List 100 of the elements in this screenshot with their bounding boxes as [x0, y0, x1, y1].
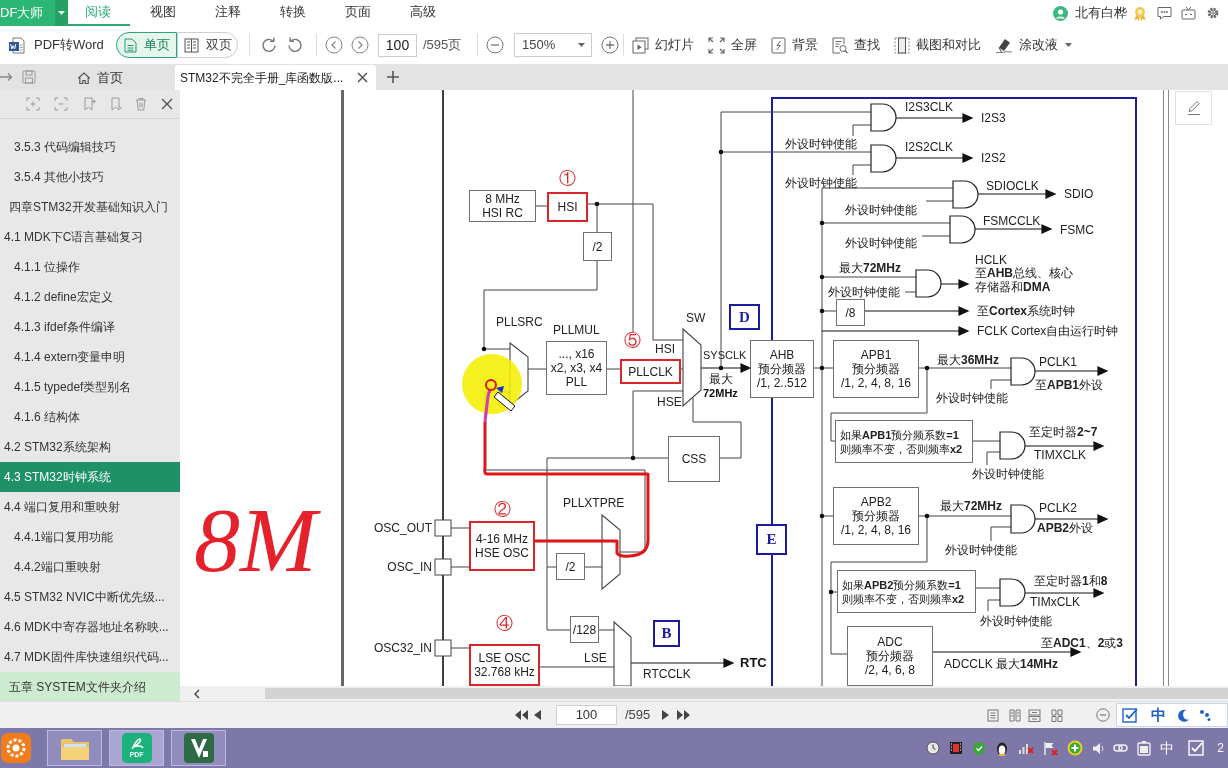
- background-icon: [771, 36, 786, 54]
- diagram-label: LSE: [584, 651, 607, 665]
- zoom-in-icon[interactable]: [601, 36, 619, 54]
- zoom-out-icon[interactable]: [1096, 708, 1110, 722]
- arrow: [940, 279, 970, 289]
- outline-item[interactable]: 4.1.3 ifdef条件编译: [0, 312, 180, 342]
- zoom-out-icon[interactable]: [486, 36, 504, 54]
- battery-icon[interactable]: [1137, 740, 1152, 756]
- taskbar-button[interactable]: [171, 730, 226, 766]
- compare-icon: [894, 36, 910, 54]
- two-page-view-icon[interactable]: [1009, 708, 1021, 722]
- single-page-view-icon[interactable]: [987, 708, 999, 722]
- background-button[interactable]: 背景: [771, 35, 818, 55]
- outline-item[interactable]: 4.1.5 typedef类型别名: [0, 372, 180, 402]
- junction-dot: [819, 513, 825, 519]
- input-mode-indicator[interactable]: 中: [1160, 737, 1175, 759]
- outline-item[interactable]: 3.5.3 代码编辑技巧: [0, 132, 180, 162]
- checkbox-icon[interactable]: [1122, 707, 1138, 723]
- grid-view-icon[interactable]: [1051, 708, 1063, 722]
- next-page-icon[interactable]: [662, 710, 669, 720]
- diagram-label: SYSCLK: [703, 348, 747, 362]
- outline-item[interactable]: 4.1.1 位操作: [0, 252, 180, 282]
- outline-item[interactable]: 4.1.6 结构体: [0, 402, 180, 432]
- and-gate: [1010, 357, 1036, 386]
- wire: [975, 587, 1001, 589]
- speaker-icon[interactable]: [1092, 741, 1105, 755]
- fullscreen-button[interactable]: 全屏: [708, 35, 757, 55]
- outline-item[interactable]: 4.5 STM32 NVIC中断优先级...: [0, 582, 180, 612]
- last-page-icon[interactable]: [677, 710, 690, 720]
- junction-dot: [924, 513, 930, 519]
- outline-item[interactable]: 4.4 端口复用和重映射: [0, 492, 180, 522]
- network-error-icon[interactable]: [1018, 741, 1035, 755]
- user-avatar-icon[interactable]: [1053, 5, 1068, 21]
- close-icon[interactable]: [161, 98, 173, 110]
- clock-icon[interactable]: [926, 741, 941, 755]
- outline-item[interactable]: 3.5.4 其他小技巧: [0, 162, 180, 192]
- bookmark-icon[interactable]: [110, 97, 123, 111]
- whiteout-button[interactable]: 涂改液: [995, 35, 1072, 55]
- first-page-icon[interactable]: [515, 710, 528, 720]
- clock-text[interactable]: 2: [1217, 739, 1224, 757]
- menu-tab[interactable]: 转换: [260, 0, 325, 26]
- menu-tab[interactable]: 视图: [130, 0, 195, 26]
- page-layout-button[interactable]: 双页: [177, 32, 238, 58]
- continuous-view-icon[interactable]: [1028, 708, 1041, 722]
- scrollbar-thumb[interactable]: [265, 688, 1228, 699]
- close-icon[interactable]: [357, 72, 368, 83]
- shield-icon[interactable]: [972, 740, 987, 756]
- outline-item[interactable]: 4.1.4 extern变量申明: [0, 342, 180, 372]
- diagram-label: PLLMUL: [553, 323, 600, 337]
- scroll-left-icon[interactable]: [194, 688, 200, 699]
- user-name[interactable]: 北有白桦: [1075, 3, 1127, 23]
- bookmark-add-icon[interactable]: [83, 97, 96, 111]
- outline-item[interactable]: 五章 SYSTEM文件夹介绍: [0, 672, 180, 701]
- zoom-dropdown[interactable]: 150%: [514, 33, 592, 57]
- pdf-to-word-button[interactable]: PDF转Word: [8, 35, 102, 55]
- document-tab[interactable]: STM32不完全手册_库函数版...: [175, 65, 376, 90]
- new-tab-icon[interactable]: [386, 70, 400, 84]
- outline-item[interactable]: 4.1.2 define宏定义: [0, 282, 180, 312]
- diagram-block: ..., x16 x2, x3, x4 PLL: [546, 341, 607, 395]
- diagram-label: TIMXCLK: [1034, 448, 1086, 462]
- penguin-icon[interactable]: [995, 740, 1010, 756]
- link-icon[interactable]: [1113, 742, 1129, 754]
- outline-item[interactable]: 4.2 STM32系统架构: [0, 432, 180, 462]
- outline-item[interactable]: 4.4.2端口重映射: [0, 552, 180, 582]
- dots-icon[interactable]: [1199, 709, 1212, 721]
- outline-item[interactable]: 4.1 MDK下C语言基础复习: [0, 222, 180, 252]
- input-mode-button[interactable]: 中: [1151, 703, 1166, 727]
- plus-badge-icon[interactable]: [1067, 740, 1084, 756]
- screenshot-compare-button[interactable]: 截图和对比: [894, 35, 981, 55]
- menu-tab[interactable]: 页面: [325, 0, 390, 26]
- outline-item[interactable]: 4.4.1端口复用功能: [0, 522, 180, 552]
- word-document-icon: [8, 36, 25, 54]
- page-layout-button[interactable]: 单页: [116, 32, 177, 58]
- flag-icon[interactable]: [1043, 740, 1059, 756]
- chat-icon[interactable]: [1157, 6, 1172, 20]
- page-number-field[interactable]: 100: [556, 705, 617, 725]
- delete-icon[interactable]: [135, 97, 147, 111]
- page-number-field[interactable]: 100: [378, 33, 417, 57]
- tv-icon[interactable]: [1181, 6, 1196, 20]
- find-button[interactable]: 查找: [832, 35, 880, 55]
- previous-page-icon[interactable]: [534, 710, 541, 720]
- outline-item[interactable]: 4.7 MDK固件库快速组织代码...: [0, 642, 180, 672]
- menu-tab[interactable]: 高级: [390, 0, 455, 26]
- menu-tab[interactable]: 注释: [195, 0, 260, 26]
- diagram-label: I2S3CLK: [905, 100, 954, 114]
- save-icon[interactable]: [22, 70, 36, 84]
- settings-icon[interactable]: [1206, 6, 1220, 20]
- rotate-counterclockwise-icon[interactable]: [286, 36, 304, 54]
- rotate-clockwise-icon[interactable]: [260, 36, 278, 54]
- home-tab[interactable]: 首页: [75, 65, 160, 90]
- moon-icon[interactable]: [1177, 708, 1189, 722]
- outline-item[interactable]: 4.3 STM32时钟系统: [0, 462, 180, 492]
- slideshow-icon: [632, 36, 649, 54]
- find-icon: [832, 36, 848, 54]
- film-icon[interactable]: [949, 741, 964, 755]
- outline-item[interactable]: 4.6 MDK中寄存器地址名称映...: [0, 612, 180, 642]
- slideshow-button[interactable]: 幻灯片: [632, 35, 694, 55]
- diagram-label: 至ADC1、2或3: [1041, 636, 1124, 650]
- outline-item[interactable]: 四章STM32开发基础知识入门: [0, 192, 180, 222]
- forward-arrow-icon[interactable]: [0, 71, 14, 83]
